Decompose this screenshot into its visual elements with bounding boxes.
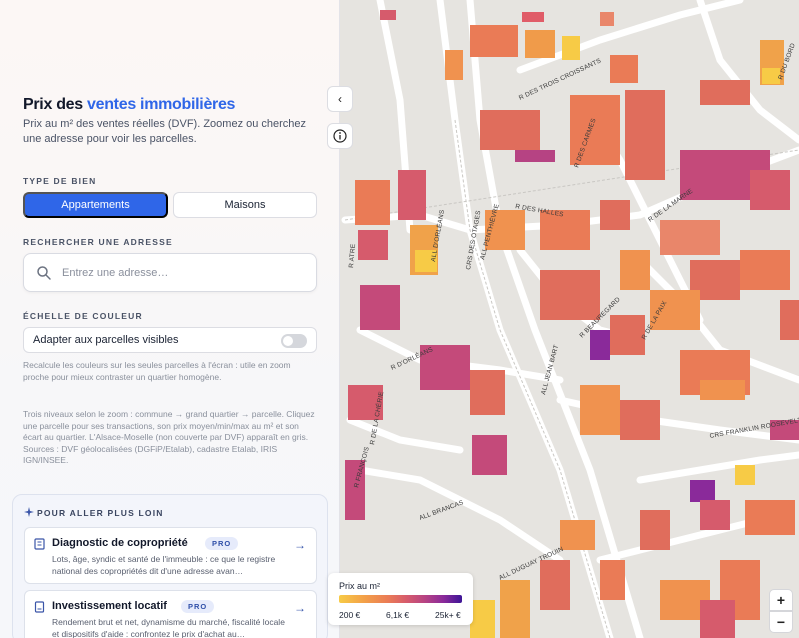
adapt-visible-row[interactable]: Adapter aux parcelles visibles: [23, 327, 317, 353]
legend-tick-min: 200 €: [339, 610, 361, 620]
further-section: POUR ALLER PLUS LOIN Diagnostic de copro…: [12, 494, 328, 638]
page-title: Prix des ventes immobilières: [23, 96, 235, 114]
info-button[interactable]: [327, 123, 353, 149]
houses-button[interactable]: Maisons: [173, 192, 317, 218]
zoom-out-button[interactable]: −: [769, 611, 793, 633]
adapt-hint-text: Recalcule les couleurs sur les seules pa…: [23, 360, 291, 382]
sparkle-icon: [24, 507, 34, 517]
title-prefix: Prix des: [23, 96, 83, 113]
pro-badge: PRO: [181, 600, 215, 613]
adapt-visible-label: Adapter aux parcelles visibles: [33, 334, 179, 346]
adapt-visible-toggle[interactable]: [281, 334, 307, 348]
arrow-right-icon: →: [294, 601, 306, 615]
chevron-left-icon: ‹: [338, 92, 342, 106]
info-text: Trois niveaux selon le zoom : commune → …: [23, 409, 315, 465]
apartments-button[interactable]: Appartements: [23, 192, 168, 218]
card-condo-diagnostic[interactable]: Diagnostic de copropriété PRO → Lots, âg…: [24, 527, 317, 584]
sidebar-panel: Prix des ventes immobilières Prix au m² …: [0, 0, 340, 638]
card-description: Lots, âge, syndic et santé de l'immeuble…: [52, 554, 276, 576]
search-icon: [37, 265, 51, 280]
building-icon: [34, 538, 45, 550]
card-title: Diagnostic de copropriété: [52, 537, 188, 549]
search-box[interactable]: [23, 253, 317, 292]
price-legend: Prix au m² 200 € 6,1k € 25k+ €: [328, 573, 473, 625]
info-icon: [333, 129, 347, 143]
arrow-right-icon: →: [294, 538, 306, 552]
legend-title: Prix au m²: [339, 581, 381, 591]
card-description: Rendement brut et net, dynamisme du marc…: [52, 617, 285, 638]
page-subtitle: Prix au m² des ventes réelles (DVF). Zoo…: [23, 118, 307, 145]
legend-gradient: [339, 595, 462, 603]
legend-tick-mid: 6,1k €: [386, 610, 410, 620]
zoom-in-button[interactable]: +: [769, 589, 793, 611]
search-label: RECHERCHER UNE ADRESSE: [23, 237, 173, 247]
address-search-input[interactable]: [62, 266, 292, 279]
legend-tick-max: 25k+ €: [435, 610, 461, 620]
property-type-label: TYPE DE BIEN: [23, 176, 97, 186]
color-scale-label: ÉCHELLE DE COULEUR: [23, 311, 143, 321]
card-title: Investissement locatif: [52, 600, 167, 612]
toggle-knob: [283, 336, 293, 346]
title-accent: ventes immobilières: [87, 96, 236, 113]
pro-badge: PRO: [205, 537, 239, 550]
collapse-sidebar-button[interactable]: ‹: [327, 86, 353, 112]
document-icon: [34, 601, 45, 613]
card-rental-investment[interactable]: Investissement locatif PRO → Rendement b…: [24, 590, 317, 638]
further-label: POUR ALLER PLUS LOIN: [37, 508, 164, 518]
